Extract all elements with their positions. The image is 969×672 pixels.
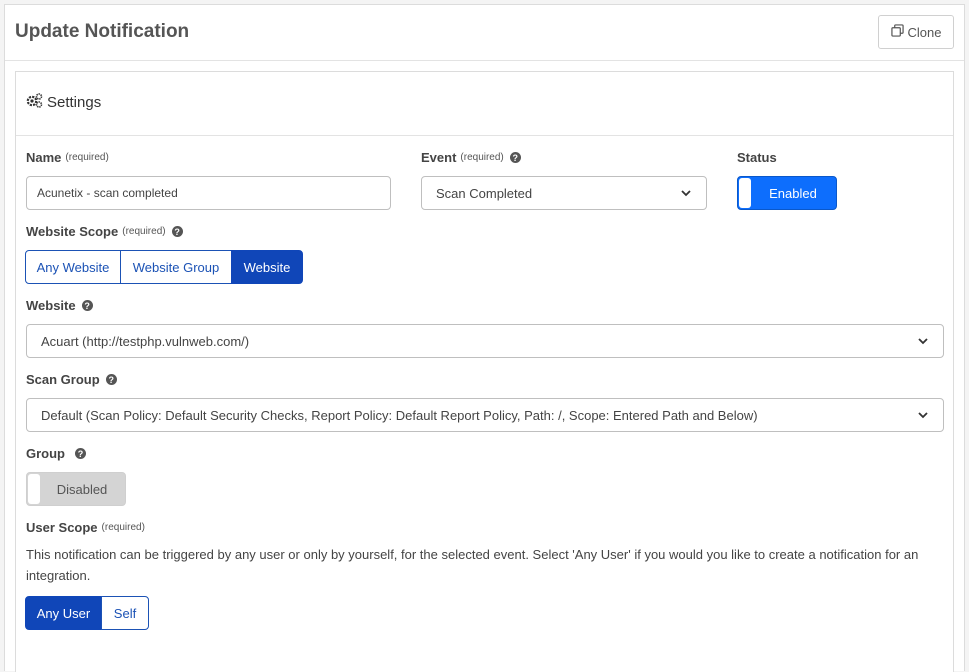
question-circle-icon[interactable]: ? (81, 300, 93, 311)
user-scope-group: Any User Self (25, 596, 149, 630)
gears-icon (26, 93, 43, 112)
name-required-tag: (required) (65, 152, 109, 163)
website-scope-website-group[interactable]: Website Group (120, 250, 232, 284)
settings-card: Settings Name (required) Acunetix - scan… (15, 71, 954, 672)
website-scope-label-text: Website Scope (26, 224, 119, 239)
question-circle-icon[interactable]: ? (75, 448, 86, 459)
name-input[interactable]: Acunetix - scan completed (26, 176, 391, 210)
chevron-down-icon (918, 338, 928, 345)
chevron-down-icon (681, 190, 691, 197)
scan-group-label-text: Scan Group (26, 372, 100, 387)
event-select-value: Scan Completed (436, 185, 533, 201)
website-scope-required-tag: (required) (122, 226, 166, 237)
group-toggle-label: Disabled (56, 481, 108, 497)
website-select-value: Acuart (http://testphp.vulnweb.com/) (41, 333, 250, 349)
page-title: Update Notification (15, 21, 190, 42)
question-circle-icon[interactable]: ? (105, 374, 117, 385)
website-scope-group: Any Website Website Group Website (25, 250, 303, 284)
user-scope-any-user[interactable]: Any User (25, 596, 102, 630)
scan-group-select-value: Default (Scan Policy: Default Security C… (41, 407, 758, 423)
question-circle-icon[interactable]: ? (509, 152, 521, 163)
status-toggle[interactable]: Enabled (737, 176, 837, 210)
name-label: Name (required) (26, 150, 109, 165)
event-label: Event (required) ? (421, 150, 521, 165)
page-header: Update Notification Clone (5, 5, 964, 61)
status-toggle-knob (739, 178, 751, 208)
question-circle-icon[interactable]: ? (171, 226, 183, 237)
scan-group-label: Scan Group ? (26, 372, 117, 387)
status-label-text: Status (737, 150, 777, 165)
status-toggle-label: Enabled (769, 185, 817, 201)
group-label-text: Group (26, 446, 65, 461)
chevron-down-icon (918, 412, 928, 419)
group-label: Group ? (26, 446, 86, 461)
user-scope-self[interactable]: Self (101, 596, 149, 630)
user-scope-required-tag: (required) (101, 522, 145, 533)
website-scope-label: Website Scope (required) ? (26, 224, 183, 239)
user-scope-label: User Scope (required) (26, 520, 145, 535)
settings-header: Settings (16, 72, 953, 136)
website-select[interactable]: Acuart (http://testphp.vulnweb.com/) (26, 324, 944, 358)
user-scope-label-text: User Scope (26, 520, 98, 535)
clone-label: Clone (907, 24, 942, 40)
clone-button[interactable]: Clone (878, 15, 954, 49)
user-scope-description: This notification can be triggered by an… (26, 547, 919, 583)
scan-group-select[interactable]: Default (Scan Policy: Default Security C… (26, 398, 944, 432)
clone-icon (890, 24, 904, 40)
event-select[interactable]: Scan Completed (421, 176, 707, 210)
group-toggle-knob (28, 474, 40, 504)
settings-title-text: Settings (47, 94, 102, 111)
event-required-tag: (required) (460, 152, 504, 163)
name-label-text: Name (26, 150, 62, 165)
page: Update Notification Clone Settings Name … (4, 4, 965, 672)
status-label: Status (737, 150, 777, 165)
settings-title: Settings (26, 93, 101, 112)
group-toggle[interactable]: Disabled (26, 472, 126, 506)
website-scope-any-website[interactable]: Any Website (25, 250, 121, 284)
website-scope-website[interactable]: Website (231, 250, 303, 284)
website-label-text: Website (26, 298, 76, 313)
website-label: Website ? (26, 298, 93, 313)
event-label-text: Event (421, 150, 457, 165)
